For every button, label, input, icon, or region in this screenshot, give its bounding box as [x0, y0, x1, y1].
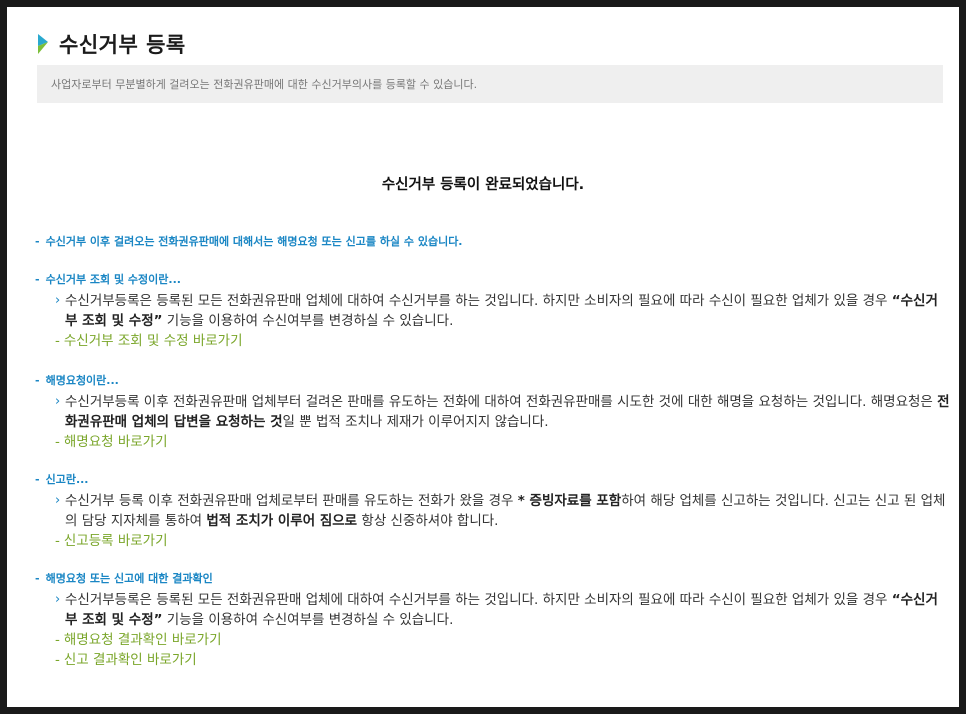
section-paragraph: › 수신거부등록 이후 전화권유판매 업체부터 걸려온 판매를 유도하는 전화에… [55, 394, 950, 430]
link-explanation-result[interactable]: - 해명요청 결과확인 바로가기 [55, 630, 950, 650]
page-title: 수신거부 등록 [59, 33, 186, 57]
section-explanation-request: - 해명요청이란... › 수신거부등록 이후 전화권유판매 업체부터 걸려온 … [35, 371, 950, 452]
section-report: - 신고란... › 수신거부 등록 이후 전화권유판매 업체로부터 판매를 유… [35, 470, 950, 551]
notice-section: - 수신거부 이후 걸려오는 전화권유판매에 대해서는 해명요청 또는 신고를 … [35, 232, 950, 250]
section-result-check: - 해명요청 또는 신고에 대한 결과확인 › 수신거부등록은 등록된 모든 전… [35, 569, 950, 670]
section-heading: - 수신거부 조회 및 수정이란... [35, 272, 181, 287]
section-heading: - 신고란... [35, 472, 89, 487]
section-paragraph: › 수신거부 등록 이후 전화권유판매 업체로부터 판매를 유도하는 전화가 왔… [55, 493, 946, 529]
page-description-box: 사업자로부터 무분별하게 걸려오는 전화권유판매에 대한 수신거부의사를 등록할… [37, 65, 943, 103]
link-report-register[interactable]: - 신고등록 바로가기 [55, 531, 950, 551]
chevron-right-icon: › [55, 493, 61, 508]
section-inquiry-modify: - 수신거부 조회 및 수정이란... › 수신거부등록은 등록된 모든 전화권… [35, 270, 950, 351]
chevron-right-icon: › [55, 592, 61, 607]
content-frame: 수신거부 등록 사업자로부터 무분별하게 걸려오는 전화권유판매에 대한 수신거… [7, 7, 959, 707]
notice-text: - 수신거부 이후 걸려오는 전화권유판매에 대해서는 해명요청 또는 신고를 … [35, 234, 463, 249]
section-heading: - 해명요청 또는 신고에 대한 결과확인 [35, 571, 213, 586]
section-paragraph: › 수신거부등록은 등록된 모든 전화권유판매 업체에 대하여 수신거부를 하는… [55, 293, 938, 329]
title-marker-icon [37, 33, 49, 55]
link-report-result[interactable]: - 신고 결과확인 바로가기 [55, 650, 950, 670]
page-header: 수신거부 등록 [37, 29, 186, 59]
link-inquiry-modify[interactable]: - 수신거부 조회 및 수정 바로가기 [55, 331, 950, 351]
completion-message: 수신거부 등록이 완료되었습니다. [381, 177, 585, 193]
chevron-right-icon: › [55, 293, 61, 308]
page-description: 사업자로부터 무분별하게 걸려오는 전화권유판매에 대한 수신거부의사를 등록할… [51, 78, 478, 91]
dash-bullet: - [35, 234, 40, 248]
section-heading: - 해명요청이란... [35, 373, 119, 388]
section-paragraph: › 수신거부등록은 등록된 모든 전화권유판매 업체에 대하여 수신거부를 하는… [55, 592, 938, 628]
link-explanation-request[interactable]: - 해명요청 바로가기 [55, 432, 950, 452]
chevron-right-icon: › [55, 394, 61, 409]
